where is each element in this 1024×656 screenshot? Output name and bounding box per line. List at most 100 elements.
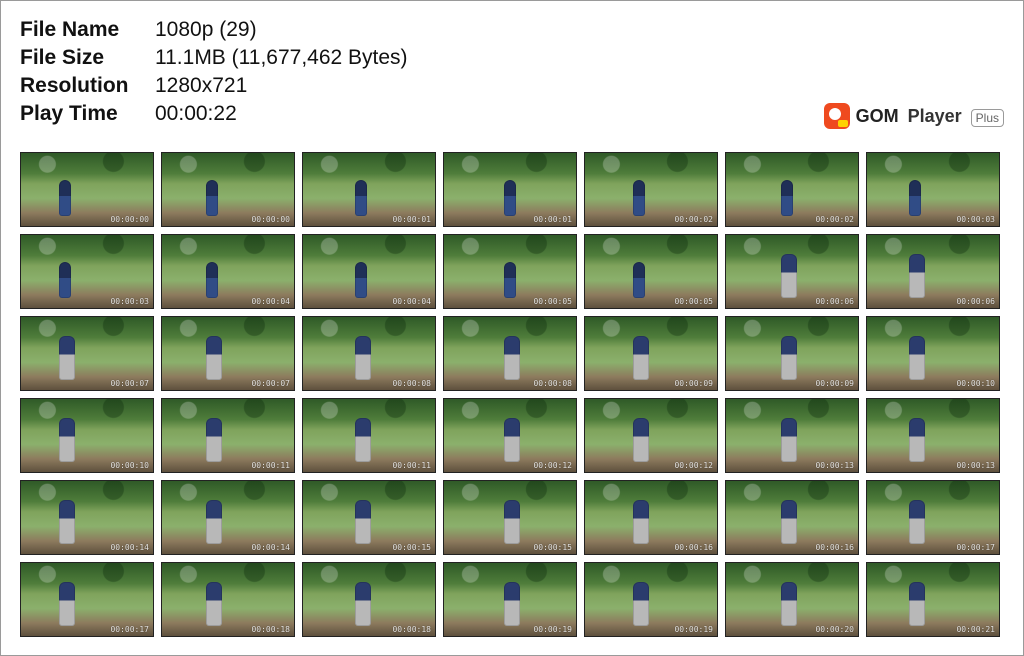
child-figure xyxy=(633,262,645,298)
thumbnail-timestamp: 00:00:02 xyxy=(674,215,713,224)
adult-figure xyxy=(781,418,797,462)
adult-figure xyxy=(909,254,925,298)
thumbnail-timestamp: 00:00:21 xyxy=(956,625,995,634)
thumbnail-timestamp: 00:00:11 xyxy=(392,461,431,470)
thumbnail-timestamp: 00:00:04 xyxy=(251,297,290,306)
video-thumbnail[interactable]: 00:00:18 xyxy=(161,562,295,637)
video-thumbnail[interactable]: 00:00:00 xyxy=(161,152,295,227)
video-thumbnail[interactable]: 00:00:01 xyxy=(302,152,436,227)
video-thumbnail[interactable]: 00:00:16 xyxy=(584,480,718,555)
adult-figure xyxy=(633,582,649,626)
video-thumbnail[interactable]: 00:00:15 xyxy=(302,480,436,555)
child-figure xyxy=(59,180,71,216)
thumbnail-timestamp: 00:00:03 xyxy=(110,297,149,306)
thumbnail-timestamp: 00:00:17 xyxy=(110,625,149,634)
child-figure xyxy=(59,262,71,298)
video-thumbnail[interactable]: 00:00:07 xyxy=(20,316,154,391)
adult-figure xyxy=(504,336,520,380)
video-thumbnail[interactable]: 00:00:16 xyxy=(725,480,859,555)
thumbnail-timestamp: 00:00:15 xyxy=(392,543,431,552)
video-thumbnail[interactable]: 00:00:14 xyxy=(161,480,295,555)
video-thumbnail[interactable]: 00:00:10 xyxy=(20,398,154,473)
adult-figure xyxy=(355,500,371,544)
thumbnail-timestamp: 00:00:07 xyxy=(251,379,290,388)
video-thumbnail[interactable]: 00:00:12 xyxy=(443,398,577,473)
thumbnail-timestamp: 00:00:12 xyxy=(674,461,713,470)
thumbnail-timestamp: 00:00:02 xyxy=(815,215,854,224)
file-name-value: 1080p (29) xyxy=(155,18,257,41)
thumbnail-timestamp: 00:00:05 xyxy=(674,297,713,306)
video-thumbnail[interactable]: 00:00:11 xyxy=(302,398,436,473)
thumbnail-timestamp: 00:00:11 xyxy=(251,461,290,470)
video-thumbnail[interactable]: 00:00:02 xyxy=(725,152,859,227)
video-thumbnail[interactable]: 00:00:06 xyxy=(725,234,859,309)
thumbnail-timestamp: 00:00:16 xyxy=(674,543,713,552)
video-thumbnail[interactable]: 00:00:09 xyxy=(725,316,859,391)
logo-text: GOM Player Plus xyxy=(856,106,1004,127)
video-thumbnail[interactable]: 00:00:04 xyxy=(302,234,436,309)
child-figure xyxy=(355,180,367,216)
file-info-panel: File Name 1080p (29) File Size 11.1MB (1… xyxy=(20,18,408,130)
video-thumbnail[interactable]: 00:00:08 xyxy=(443,316,577,391)
child-figure xyxy=(909,180,921,216)
video-thumbnail[interactable]: 00:00:05 xyxy=(584,234,718,309)
video-thumbnail[interactable]: 00:00:13 xyxy=(866,398,1000,473)
thumbnail-timestamp: 00:00:17 xyxy=(956,543,995,552)
play-time-row: Play Time 00:00:22 xyxy=(20,102,408,130)
video-thumbnail[interactable]: 00:00:06 xyxy=(866,234,1000,309)
adult-figure xyxy=(59,418,75,462)
gom-player-plus-logo: GOM Player Plus xyxy=(823,103,1004,129)
video-thumbnail[interactable]: 00:00:09 xyxy=(584,316,718,391)
child-figure xyxy=(355,262,367,298)
file-name-row: File Name 1080p (29) xyxy=(20,18,408,46)
video-thumbnail[interactable]: 00:00:04 xyxy=(161,234,295,309)
thumbnail-timestamp: 00:00:16 xyxy=(815,543,854,552)
video-thumbnail[interactable]: 00:00:13 xyxy=(725,398,859,473)
thumbnail-timestamp: 00:00:08 xyxy=(533,379,572,388)
video-thumbnail[interactable]: 00:00:08 xyxy=(302,316,436,391)
adult-figure xyxy=(781,582,797,626)
file-size-label: File Size xyxy=(20,46,105,69)
video-thumbnail[interactable]: 00:00:07 xyxy=(161,316,295,391)
thumbnail-timestamp: 00:00:08 xyxy=(392,379,431,388)
thumbnail-timestamp: 00:00:10 xyxy=(110,461,149,470)
video-thumbnail[interactable]: 00:00:01 xyxy=(443,152,577,227)
thumbnail-timestamp: 00:00:12 xyxy=(533,461,572,470)
adult-figure xyxy=(504,500,520,544)
video-thumbnail[interactable]: 00:00:14 xyxy=(20,480,154,555)
adult-figure xyxy=(206,336,222,380)
video-thumbnail[interactable]: 00:00:10 xyxy=(866,316,1000,391)
video-thumbnail[interactable]: 00:00:20 xyxy=(725,562,859,637)
video-thumbnail[interactable]: 00:00:21 xyxy=(866,562,1000,637)
video-thumbnail[interactable]: 00:00:05 xyxy=(443,234,577,309)
adult-figure xyxy=(59,500,75,544)
adult-figure xyxy=(909,336,925,380)
adult-figure xyxy=(59,582,75,626)
adult-figure xyxy=(909,500,925,544)
video-thumbnail[interactable]: 00:00:03 xyxy=(866,152,1000,227)
logo-player-text: Player xyxy=(907,105,962,126)
video-thumbnail[interactable]: 00:00:15 xyxy=(443,480,577,555)
video-thumbnail[interactable]: 00:00:02 xyxy=(584,152,718,227)
thumbnail-timestamp: 00:00:13 xyxy=(815,461,854,470)
adult-figure xyxy=(633,500,649,544)
video-thumbnail[interactable]: 00:00:11 xyxy=(161,398,295,473)
video-thumbnail[interactable]: 00:00:18 xyxy=(302,562,436,637)
play-time-label: Play Time xyxy=(20,102,118,125)
video-thumbnail[interactable]: 00:00:17 xyxy=(20,562,154,637)
video-thumbnail[interactable]: 00:00:03 xyxy=(20,234,154,309)
video-thumbnail[interactable]: 00:00:19 xyxy=(584,562,718,637)
video-thumbnail[interactable]: 00:00:12 xyxy=(584,398,718,473)
thumbnail-timestamp: 00:00:00 xyxy=(251,215,290,224)
thumbnail-timestamp: 00:00:06 xyxy=(815,297,854,306)
adult-figure xyxy=(781,500,797,544)
video-thumbnail[interactable]: 00:00:00 xyxy=(20,152,154,227)
adult-figure xyxy=(781,254,797,298)
video-thumbnail[interactable]: 00:00:19 xyxy=(443,562,577,637)
video-thumbnail[interactable]: 00:00:17 xyxy=(866,480,1000,555)
thumbnail-timestamp: 00:00:01 xyxy=(533,215,572,224)
adult-figure xyxy=(633,418,649,462)
adult-figure xyxy=(206,582,222,626)
thumbnail-timestamp: 00:00:09 xyxy=(815,379,854,388)
file-size-value: 11.1MB (11,677,462 Bytes) xyxy=(155,46,408,69)
